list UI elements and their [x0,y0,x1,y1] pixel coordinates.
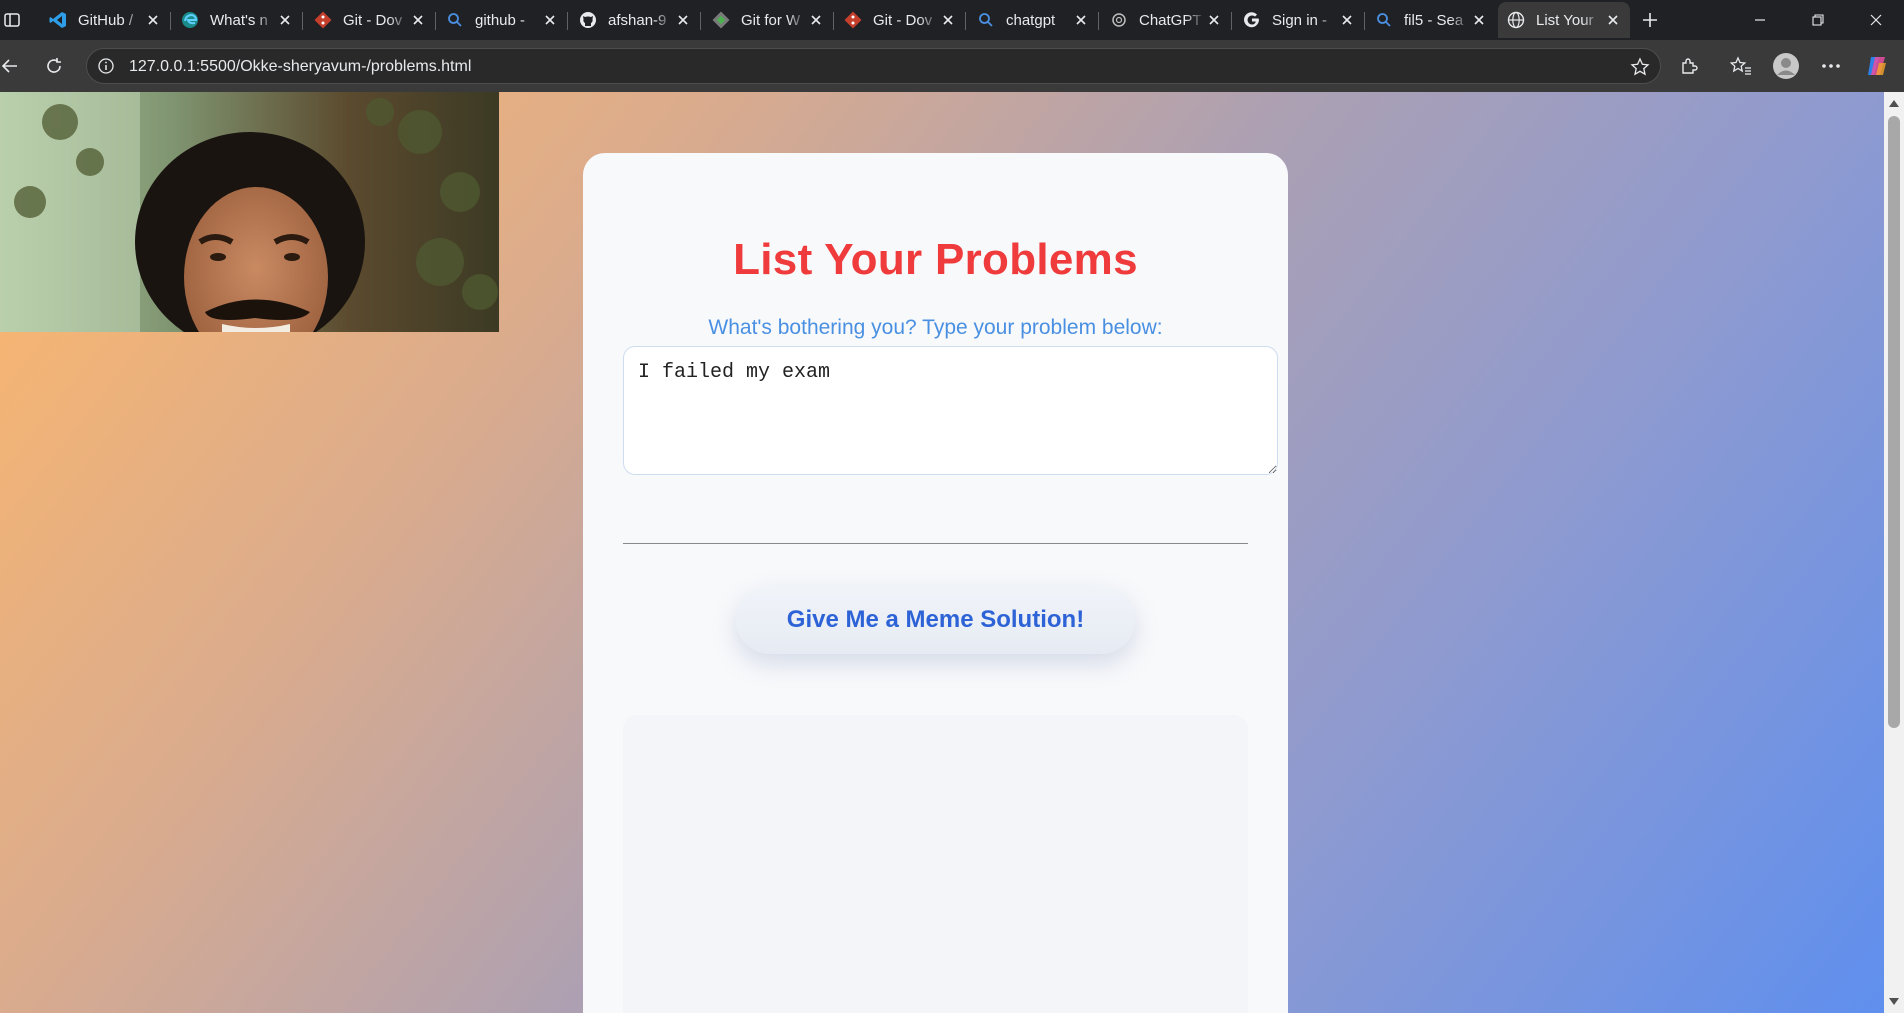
search-icon [1374,10,1394,30]
edge-icon [180,10,200,30]
tab-active[interactable]: List Your [1498,2,1630,38]
tab-title: What's n [210,11,268,29]
search-icon [976,10,996,30]
divider [623,543,1248,544]
tab[interactable]: github - [437,2,568,38]
new-tab-icon[interactable] [1638,8,1662,32]
tab[interactable]: fil5 - Sea [1366,2,1496,38]
scroll-up-arrow-icon[interactable] [1889,100,1899,107]
vertical-scrollbar[interactable] [1884,92,1904,1013]
github-icon [578,10,598,30]
close-icon[interactable] [1470,11,1488,29]
tab-title: GitHub / [78,11,134,29]
tab[interactable]: Git - Dov [835,2,966,38]
tab-title: Git - Dov [873,11,933,29]
close-icon[interactable] [409,11,427,29]
problem-prompt-label: What's bothering you? Type your problem … [708,316,1163,339]
close-icon[interactable] [1338,11,1356,29]
tab-title: fil5 - Sea [1404,11,1464,29]
tab[interactable]: afshan-9 [570,2,701,38]
back-arrow-icon[interactable] [0,52,24,80]
tab-title: ChatGPT [1139,11,1202,29]
tab[interactable]: Git - Dov [305,2,436,38]
extensions-icon[interactable] [1675,52,1703,80]
tab-strip: GitHub / What's n Git - Dov github - afs… [0,0,1904,40]
meme-solution-button[interactable]: Give Me a Meme Solution! [736,585,1135,654]
tab-title: Git for W [741,11,801,29]
favorite-star-icon[interactable] [1628,55,1652,79]
tab[interactable]: Sign in - [1234,2,1365,38]
close-icon[interactable] [807,11,825,29]
close-icon[interactable] [276,11,294,29]
tab-separator [302,12,303,30]
tab[interactable]: chatgpt [968,2,1099,38]
url-text[interactable]: 127.0.0.1:5500/Okke-sheryavum-/problems.… [129,58,471,76]
close-icon[interactable] [1205,11,1223,29]
close-icon[interactable] [1604,11,1622,29]
tab-separator [435,12,436,30]
tab-separator [567,12,568,30]
tab-separator [1231,12,1232,30]
browser-toolbar: 127.0.0.1:5500/Okke-sheryavum-/problems.… [0,40,1904,92]
close-icon[interactable] [541,11,559,29]
refresh-icon[interactable] [40,52,68,80]
git-for-windows-icon [711,10,731,30]
tab-separator [833,12,834,30]
vscode-icon [48,10,68,30]
search-icon [445,10,465,30]
tab[interactable]: Git for W [703,2,834,38]
more-options-icon[interactable] [1817,52,1845,80]
tab-actions-icon[interactable] [0,8,24,32]
scrollbar-thumb[interactable] [1888,116,1900,728]
problem-textarea[interactable]: I failed my exam [623,346,1278,475]
problems-card: List Your Problems What's bothering you?… [583,153,1288,1013]
tab-title: List Your [1536,11,1594,29]
close-icon[interactable] [1072,11,1090,29]
close-icon[interactable] [674,11,692,29]
scroll-down-arrow-icon[interactable] [1889,998,1899,1005]
tab-title: afshan-9 [608,11,667,29]
tab[interactable]: What's n [172,2,303,38]
globe-icon [1506,10,1526,30]
tab-title: chatgpt [1006,11,1056,29]
tab-separator [1364,12,1365,30]
tab-title: Git - Dov [343,11,403,29]
tab-separator [700,12,701,30]
page-viewport: List Your Problems What's bothering you?… [0,92,1884,1013]
close-window-icon[interactable] [1856,6,1896,34]
site-info-icon[interactable] [97,57,115,75]
meme-result-panel [623,715,1248,1013]
restore-icon[interactable] [1798,6,1838,34]
tab-separator [170,12,171,30]
git-icon [843,10,863,30]
copilot-icon[interactable] [1863,52,1891,80]
tab[interactable]: GitHub / [40,2,171,38]
tab[interactable]: ChatGPT [1101,2,1232,38]
tab-title: Sign in - [1272,11,1328,29]
chatgpt-icon [1109,10,1129,30]
tab-separator [965,12,966,30]
page-title: List Your Problems [733,235,1138,284]
favorites-icon[interactable] [1727,52,1755,80]
address-bar[interactable]: 127.0.0.1:5500/Okke-sheryavum-/problems.… [86,48,1661,84]
tab-title: github - [475,11,526,29]
google-icon [1242,10,1262,30]
tab-separator [1098,12,1099,30]
close-icon[interactable] [144,11,162,29]
minimize-icon[interactable] [1740,6,1780,34]
git-icon [313,10,333,30]
profile-avatar-icon[interactable] [1771,51,1801,81]
close-icon[interactable] [939,11,957,29]
